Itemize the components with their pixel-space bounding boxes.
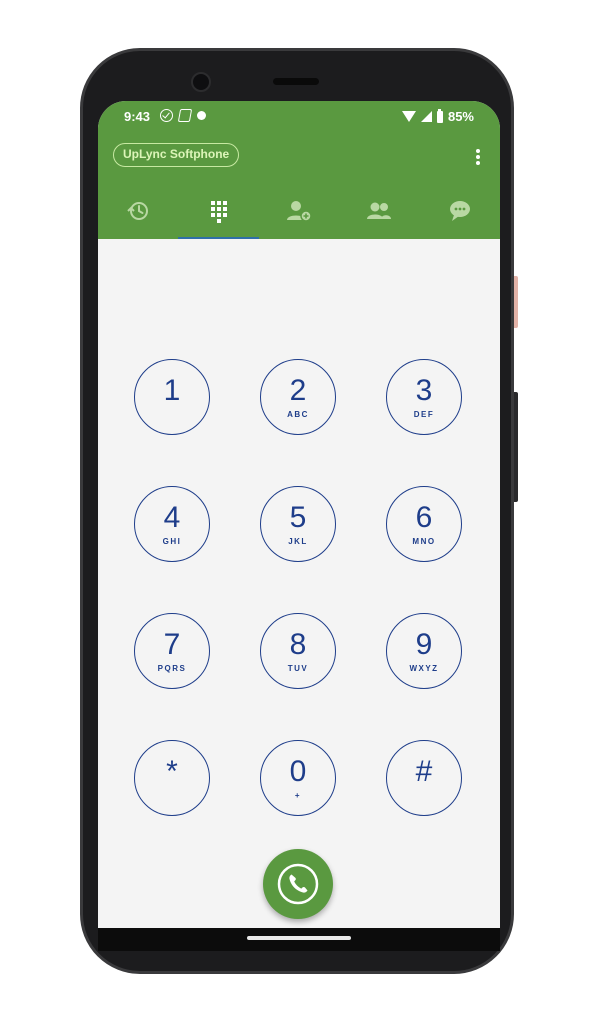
key-letters: PQRS <box>157 663 187 673</box>
tab-recents[interactable] <box>98 189 178 239</box>
front-camera <box>191 72 211 92</box>
key-digit: 8 <box>289 627 307 661</box>
key-letters: MNO <box>412 536 436 546</box>
dialpad-icon <box>210 201 227 223</box>
tab-bar <box>98 189 500 239</box>
tab-contacts[interactable] <box>339 189 419 239</box>
key-star[interactable]: * <box>134 740 210 816</box>
phone-screen: 9:43 85% UpLync Softphone 1 2 ABC 3 DEF … <box>98 101 500 951</box>
battery-percent: 85% <box>447 109 474 124</box>
key-0[interactable]: 0 + <box>260 740 336 816</box>
key-digit: 2 <box>289 373 307 407</box>
key-5[interactable]: 5 JKL <box>260 486 336 562</box>
tab-add-contact[interactable] <box>259 189 339 239</box>
key-digit: * <box>166 754 178 788</box>
wifi-icon <box>401 111 416 122</box>
key-digit: 9 <box>415 627 433 661</box>
key-letters: ABC <box>287 409 309 419</box>
key-digit: 5 <box>289 500 307 534</box>
key-letters: DEF <box>413 409 435 419</box>
key-letters: TUV <box>287 663 309 673</box>
key-hash[interactable]: # <box>386 740 462 816</box>
key-digit: 4 <box>163 500 181 534</box>
phone-call-icon <box>277 863 319 905</box>
status-bar: 9:43 85% <box>98 101 500 133</box>
chat-icon <box>449 201 470 221</box>
system-icons: 85% <box>401 108 474 124</box>
history-icon <box>127 202 149 220</box>
key-digit: # <box>415 754 433 788</box>
app-title: UpLync Softphone <box>113 143 240 167</box>
status-time: 9:43 <box>124 109 151 124</box>
signal-icon <box>420 111 432 122</box>
home-indicator[interactable] <box>247 936 351 940</box>
key-digit: 6 <box>415 500 433 534</box>
key-digit: 0 <box>289 754 307 788</box>
app-bar: 9:43 85% UpLync Softphone <box>98 101 500 239</box>
key-digit: 3 <box>415 373 433 407</box>
key-8[interactable]: 8 TUV <box>260 613 336 689</box>
key-1[interactable]: 1 <box>134 359 210 435</box>
key-letters: + <box>294 790 302 800</box>
tab-messages[interactable] <box>420 189 500 239</box>
more-vert-icon[interactable] <box>470 147 486 167</box>
key-4[interactable]: 4 GHI <box>134 486 210 562</box>
key-2[interactable]: 2 ABC <box>260 359 336 435</box>
key-9[interactable]: 9 WXYZ <box>386 613 462 689</box>
key-3[interactable]: 3 DEF <box>386 359 462 435</box>
earpiece-speaker <box>273 78 319 85</box>
dot-icon <box>197 111 206 120</box>
key-digit: 1 <box>163 373 181 407</box>
battery-icon <box>436 108 443 123</box>
key-7[interactable]: 7 PQRS <box>134 613 210 689</box>
person-add-icon <box>287 201 312 222</box>
notification-icons <box>160 109 206 122</box>
tab-dialpad[interactable] <box>178 189 260 239</box>
key-letters: GHI <box>162 536 182 546</box>
check-circle-icon <box>160 109 173 122</box>
key-digit: 7 <box>163 627 181 661</box>
key-letters: WXYZ <box>409 663 439 673</box>
people-icon <box>367 202 392 219</box>
phone-notification-icon <box>177 109 193 122</box>
call-button[interactable] <box>263 849 333 919</box>
key-6[interactable]: 6 MNO <box>386 486 462 562</box>
key-letters: JKL <box>288 536 308 546</box>
